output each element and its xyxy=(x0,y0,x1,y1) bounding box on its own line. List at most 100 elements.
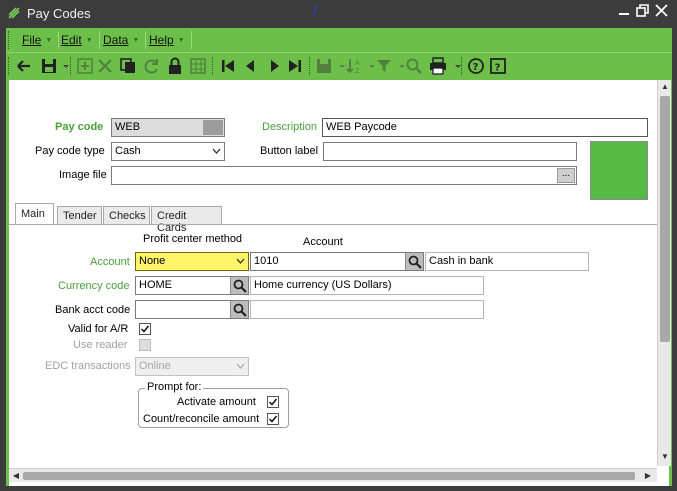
currency-code-field[interactable]: HOME xyxy=(135,276,249,295)
previous-record-icon xyxy=(246,60,254,72)
menu-edit[interactable]: Edit ▼ xyxy=(55,31,100,49)
sort-button[interactable]: AZ xyxy=(344,56,364,76)
chevron-down-icon: ▼ xyxy=(132,37,140,45)
browse-button[interactable]: ... xyxy=(557,168,575,183)
minimize-button[interactable] xyxy=(616,4,632,22)
help-about-button[interactable]: ? xyxy=(466,56,486,76)
image-file-field[interactable]: ... xyxy=(111,166,577,185)
currency-lookup-button[interactable] xyxy=(230,277,248,294)
grid-icon xyxy=(190,58,206,74)
vertical-scrollbar[interactable]: ▲ ▼ xyxy=(657,80,671,466)
account-name-field: Cash in bank xyxy=(425,252,589,271)
chevron-down-icon xyxy=(232,358,248,375)
scroll-left-arrow-icon[interactable]: ◀ xyxy=(9,469,23,483)
button-label-field[interactable] xyxy=(323,142,577,161)
next-record-button[interactable] xyxy=(265,56,285,76)
app-logo-icon xyxy=(8,7,20,19)
sort-dropdown[interactable] xyxy=(362,56,375,76)
activate-amount-checkbox[interactable] xyxy=(267,396,279,408)
chevron-down-icon: ▼ xyxy=(85,37,93,45)
previous-record-button[interactable] xyxy=(240,56,260,76)
vertical-scroll-thumb[interactable] xyxy=(660,96,670,342)
copy-button[interactable] xyxy=(118,56,138,76)
tab-main[interactable]: Main xyxy=(15,203,54,225)
currency-code-label: Currency code xyxy=(58,280,130,292)
prompt-for-group: Prompt for: Activate amount Count/reconc… xyxy=(138,381,289,428)
help-topic-button[interactable]: ? xyxy=(488,56,508,76)
tab-credit-cards[interactable]: Credit Cards xyxy=(151,206,222,234)
prompt-for-legend: Prompt for: xyxy=(145,381,204,393)
pay-code-field[interactable]: WEB xyxy=(111,118,225,137)
tab-tender[interactable]: Tender xyxy=(57,206,102,225)
scroll-right-arrow-icon[interactable]: ▶ xyxy=(641,469,655,483)
profit-center-method-select[interactable]: None xyxy=(135,252,249,271)
chevron-down-icon: ▼ xyxy=(45,37,53,45)
first-record-button[interactable] xyxy=(218,56,238,76)
toolbar-separator xyxy=(70,57,71,75)
copy-icon xyxy=(120,58,135,73)
back-button[interactable] xyxy=(14,56,34,76)
print-dropdown[interactable] xyxy=(448,56,461,76)
pay-code-type-select[interactable]: Cash xyxy=(111,142,225,161)
refresh-button[interactable] xyxy=(142,56,162,76)
scroll-up-arrow-icon[interactable]: ▲ xyxy=(658,80,672,94)
window-title: Pay Codes xyxy=(27,6,91,21)
account-label: Account xyxy=(90,256,130,268)
text-cursor-icon: / xyxy=(313,2,317,18)
filter-button[interactable] xyxy=(374,56,394,76)
restore-button[interactable] xyxy=(634,4,650,22)
chevron-down-icon xyxy=(455,65,461,68)
image-file-label: Image file xyxy=(59,169,107,181)
svg-text:Z: Z xyxy=(355,67,360,75)
horizontal-scrollbar[interactable]: ◀ ▶ xyxy=(9,468,657,482)
last-record-icon xyxy=(289,60,301,72)
checkmark-icon xyxy=(268,398,278,406)
account-lookup-button[interactable] xyxy=(405,253,423,270)
lock-icon xyxy=(169,57,181,74)
edc-transactions-select[interactable]: Online xyxy=(135,357,249,376)
search-icon xyxy=(233,303,247,317)
use-reader-checkbox[interactable] xyxy=(139,339,151,351)
menu-help[interactable]: Help ▼ xyxy=(143,31,192,49)
pay-code-label: Pay code xyxy=(55,121,104,133)
count-reconcile-amount-checkbox[interactable] xyxy=(267,413,279,425)
filter-dropdown[interactable] xyxy=(392,56,405,76)
button-label-label: Button label xyxy=(260,145,319,157)
valid-for-ar-checkbox[interactable] xyxy=(139,323,151,335)
use-reader-label: Use reader xyxy=(73,339,128,351)
bank-acct-code-label: Bank acct code xyxy=(55,304,131,316)
bank-acct-lookup-button[interactable] xyxy=(230,301,248,318)
menu-file[interactable]: File ▼ xyxy=(16,31,60,49)
tab-checks[interactable]: Checks xyxy=(103,206,150,225)
last-record-button[interactable] xyxy=(285,56,305,76)
add-button[interactable] xyxy=(75,56,95,76)
delete-button[interactable] xyxy=(95,56,115,76)
next-record-icon xyxy=(271,60,279,72)
scroll-down-arrow-icon[interactable]: ▼ xyxy=(658,450,672,464)
add-icon xyxy=(77,58,93,74)
pay-code-button[interactable] xyxy=(203,120,223,135)
button-color-swatch[interactable] xyxy=(590,141,648,200)
search-button[interactable] xyxy=(404,56,424,76)
sort-icon: AZ xyxy=(346,59,360,75)
count-reconcile-amount-label: Count/reconcile amount xyxy=(143,413,260,425)
toolbar-grip xyxy=(8,57,9,75)
horizontal-scroll-thumb[interactable] xyxy=(23,472,635,480)
svg-text:?: ? xyxy=(473,62,479,73)
layout-dropdown[interactable] xyxy=(332,56,345,76)
description-field[interactable]: WEB Paycode xyxy=(322,118,648,137)
print-button[interactable] xyxy=(428,56,448,76)
first-record-icon xyxy=(222,60,234,72)
grid-button[interactable] xyxy=(188,56,208,76)
close-button[interactable] xyxy=(653,4,669,22)
bank-acct-code-field[interactable] xyxy=(135,300,249,319)
menu-bar: File ▼ Edit ▼ Data ▼ Help ▼ xyxy=(6,28,672,52)
profit-center-header: Profit center method xyxy=(143,233,243,245)
save-dropdown[interactable] xyxy=(56,56,69,76)
account-number-field[interactable]: 1010 xyxy=(250,252,424,271)
menu-data[interactable]: Data ▼ xyxy=(97,31,147,49)
title-bar: Pay Codes / xyxy=(0,0,677,28)
layout-button[interactable] xyxy=(314,56,334,76)
toolbar-separator xyxy=(309,57,310,75)
lock-button[interactable] xyxy=(165,56,185,76)
